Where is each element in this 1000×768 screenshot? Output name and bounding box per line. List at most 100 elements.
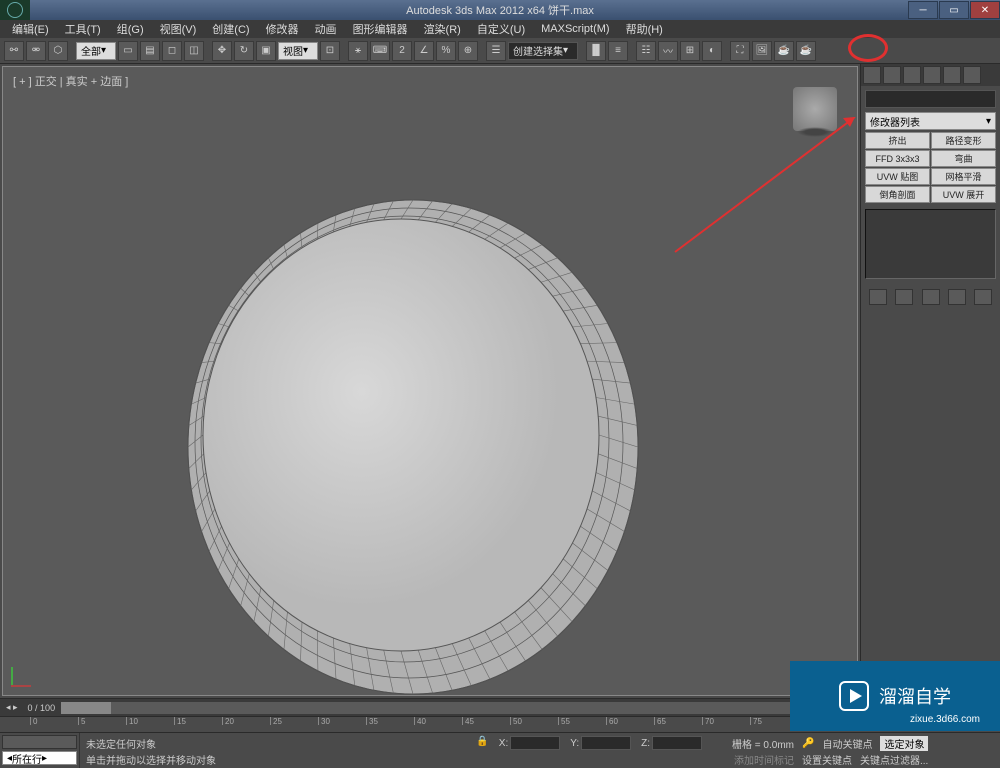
spinner-snap-icon[interactable]: ⊕: [458, 41, 478, 61]
mirror-icon[interactable]: ▐▌: [586, 41, 606, 61]
menu-item[interactable]: 动画: [307, 21, 345, 37]
menu-item[interactable]: 工具(T): [57, 21, 109, 37]
layers-icon[interactable]: ☷: [636, 41, 656, 61]
scale-icon[interactable]: ▣: [256, 41, 276, 61]
render-frame-icon[interactable]: 🖼: [752, 41, 772, 61]
keyfilter-button[interactable]: 关键点过滤器...: [860, 752, 928, 767]
snap-angle-icon[interactable]: ∠: [414, 41, 434, 61]
modifier-button[interactable]: FFD 3x3x3: [865, 150, 930, 167]
schematic-icon[interactable]: ⊞: [680, 41, 700, 61]
link-icon[interactable]: ⚯: [4, 41, 24, 61]
rotate-icon[interactable]: ↻: [234, 41, 254, 61]
render-setup-icon[interactable]: ⛶: [730, 41, 750, 61]
window-title: Autodesk 3ds Max 2012 x64 饼干.max: [406, 2, 594, 18]
curve-editor-icon[interactable]: 〰: [658, 41, 678, 61]
menu-item[interactable]: 帮助(H): [618, 21, 671, 37]
modifier-list-dropdown[interactable]: 修改器列表▾: [865, 112, 996, 130]
align-icon[interactable]: ≡: [608, 41, 628, 61]
selection-filter-dropdown[interactable]: 全部 ▾: [76, 42, 116, 60]
setkey-button[interactable]: 设置关键点: [802, 752, 852, 767]
menu-item[interactable]: 图形编辑器: [345, 21, 416, 37]
autokey-button[interactable]: 自动关键点: [822, 736, 872, 751]
frame-controls-icon[interactable]: ◂ ▸: [6, 702, 18, 713]
ruler-tick: 75: [750, 717, 762, 725]
menu-item[interactable]: 修改器: [258, 21, 307, 37]
ruler-tick: 40: [414, 717, 426, 725]
menu-item[interactable]: 渲染(R): [416, 21, 469, 37]
ref-coord-dropdown[interactable]: 视图 ▾: [278, 42, 318, 60]
show-end-icon[interactable]: [895, 289, 913, 305]
edit-selset-icon[interactable]: ☰: [486, 41, 506, 61]
command-panel-tabs: [861, 64, 1000, 86]
ruler-tick: 25: [270, 717, 282, 725]
modifier-stack[interactable]: [865, 209, 996, 279]
modifier-buttons-grid: 挤出路径变形FFD 3x3x3弯曲UVW 贴图网格平滑倒角剖面UVW 展开: [861, 132, 1000, 203]
modifier-button[interactable]: 网格平滑: [931, 168, 996, 185]
rect-select-icon[interactable]: ◻: [162, 41, 182, 61]
menu-item[interactable]: 编辑(E): [4, 21, 57, 37]
menu-item[interactable]: 自定义(U): [469, 21, 533, 37]
prompt-field[interactable]: ◂ 所在行 ▸: [2, 751, 77, 765]
modifier-button[interactable]: UVW 贴图: [865, 168, 930, 185]
selected-button[interactable]: 选定对象: [880, 736, 928, 751]
time-tag-button[interactable]: 添加时间标记: [734, 752, 794, 767]
hierarchy-tab-icon[interactable]: [903, 66, 921, 84]
keyboard-icon[interactable]: ⌨: [370, 41, 390, 61]
grid-readout: 栅格 = 0.0mm: [732, 736, 794, 751]
display-tab-icon[interactable]: [943, 66, 961, 84]
manipulate-icon[interactable]: ⚹: [348, 41, 368, 61]
modifier-button[interactable]: 路径变形: [931, 132, 996, 149]
unique-icon[interactable]: [922, 289, 940, 305]
ruler-tick: 5: [78, 717, 85, 725]
configure-sets-icon[interactable]: [974, 289, 992, 305]
render-icon[interactable]: ☕: [774, 41, 794, 61]
main-toolbar: ⚯ ⚮ ⬡ 全部 ▾ ▭ ▤ ◻ ◫ ✥ ↻ ▣ 视图 ▾ ⊡ ⚹ ⌨ 2 ∠ …: [0, 38, 1000, 64]
app-logo[interactable]: [0, 0, 30, 20]
modifier-button[interactable]: UVW 展开: [931, 186, 996, 203]
move-icon[interactable]: ✥: [212, 41, 232, 61]
quick-render-icon[interactable]: ☕: [796, 41, 816, 61]
key-icon[interactable]: 🔑: [802, 738, 814, 749]
selection-set-dropdown[interactable]: 创建选择集 ▾: [508, 42, 578, 60]
lock-icon[interactable]: 🔒: [476, 736, 488, 751]
window-crossing-icon[interactable]: ◫: [184, 41, 204, 61]
maximize-button[interactable]: ▭: [939, 1, 969, 19]
menu-item[interactable]: MAXScript(M): [533, 23, 617, 35]
menu-item[interactable]: 视图(V): [152, 21, 205, 37]
unlink-icon[interactable]: ⚮: [26, 41, 46, 61]
select-name-icon[interactable]: ▤: [140, 41, 160, 61]
utilities-tab-icon[interactable]: [963, 66, 981, 84]
maxscript-mini-listener[interactable]: [2, 735, 77, 749]
create-tab-icon[interactable]: [863, 66, 881, 84]
modifier-button[interactable]: 弯曲: [931, 150, 996, 167]
status-bar: ◂ 所在行 ▸ 未选定任何对象 🔒 X: Y: Z: 栅格 = 0.0mm 单击…: [0, 732, 1000, 768]
close-button[interactable]: ✕: [970, 1, 1000, 19]
viewcube-icon[interactable]: [793, 87, 837, 131]
x-coord-input[interactable]: [510, 736, 560, 750]
modify-tab-icon[interactable]: [883, 66, 901, 84]
y-coord-input[interactable]: [581, 736, 631, 750]
object-name-field[interactable]: [865, 90, 996, 108]
watermark-badge: 溜溜自学 zixue.3d66.com: [790, 661, 1000, 731]
snap-percent-icon[interactable]: %: [436, 41, 456, 61]
annotation-arrow: [665, 117, 865, 317]
model-disc[interactable]: [183, 187, 643, 697]
menu-item[interactable]: 创建(C): [204, 21, 257, 37]
menu-item[interactable]: 组(G): [109, 21, 152, 37]
minimize-button[interactable]: ─: [908, 1, 938, 19]
motion-tab-icon[interactable]: [923, 66, 941, 84]
select-icon[interactable]: ▭: [118, 41, 138, 61]
modifier-button[interactable]: 挤出: [865, 132, 930, 149]
remove-mod-icon[interactable]: [948, 289, 966, 305]
bind-icon[interactable]: ⬡: [48, 41, 68, 61]
pivot-icon[interactable]: ⊡: [320, 41, 340, 61]
material-editor-icon[interactable]: ◐: [702, 41, 722, 61]
ruler-tick: 20: [222, 717, 234, 725]
viewport[interactable]: [ + ] 正交 | 真实 + 边面 ]: [2, 66, 858, 696]
snap-2d-icon[interactable]: 2: [392, 41, 412, 61]
z-coord-input[interactable]: [652, 736, 702, 750]
pin-stack-icon[interactable]: [869, 289, 887, 305]
viewport-label[interactable]: [ + ] 正交 | 真实 + 边面 ]: [13, 73, 128, 89]
ruler-tick: 45: [462, 717, 474, 725]
modifier-button[interactable]: 倒角剖面: [865, 186, 930, 203]
